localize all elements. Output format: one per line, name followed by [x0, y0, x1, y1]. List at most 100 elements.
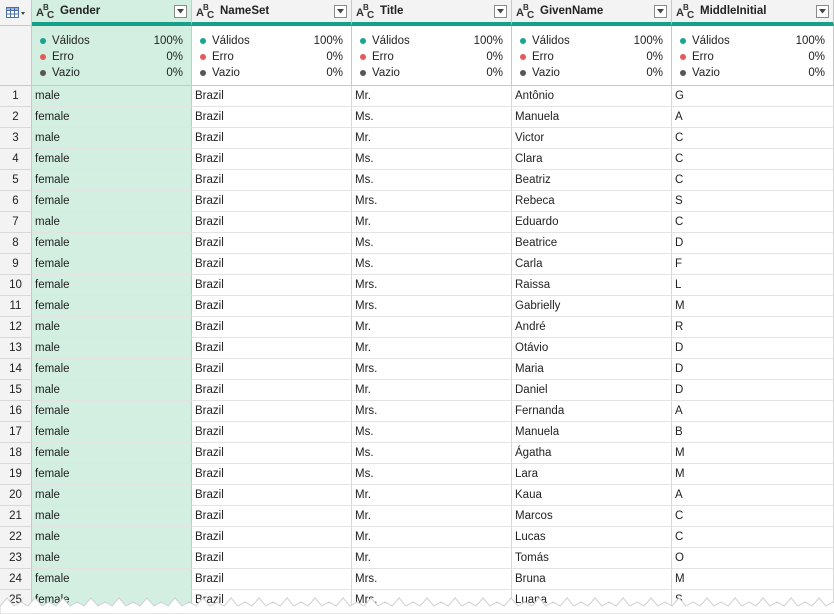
cell-title[interactable]: Ms.	[352, 464, 512, 485]
row-number[interactable]: 6	[0, 191, 32, 212]
cell-givenname[interactable]: Rebeca	[512, 191, 672, 212]
cell-middleinitial[interactable]: S	[672, 191, 834, 212]
cell-title[interactable]: Ms.	[352, 149, 512, 170]
row-number[interactable]: 13	[0, 338, 32, 359]
row-number[interactable]: 12	[0, 317, 32, 338]
cell-middleinitial[interactable]: G	[672, 86, 834, 107]
cell-middleinitial[interactable]: A	[672, 485, 834, 506]
cell-nameset[interactable]: Brazil	[192, 275, 352, 296]
cell-nameset[interactable]: Brazil	[192, 86, 352, 107]
cell-gender[interactable]: female	[32, 443, 192, 464]
cell-gender[interactable]: female	[32, 359, 192, 380]
table-row[interactable]: 12 male Brazil Mr. André R	[0, 317, 834, 338]
cell-givenname[interactable]: Beatrice	[512, 233, 672, 254]
row-number[interactable]: 3	[0, 128, 32, 149]
cell-title[interactable]: Ms.	[352, 443, 512, 464]
cell-gender[interactable]: female	[32, 296, 192, 317]
table-row[interactable]: 13 male Brazil Mr. Otávio D	[0, 338, 834, 359]
cell-title[interactable]: Mr.	[352, 548, 512, 569]
cell-gender[interactable]: female	[32, 149, 192, 170]
table-row[interactable]: 23 male Brazil Mr. Tomás O	[0, 548, 834, 569]
table-row[interactable]: 6 female Brazil Mrs. Rebeca S	[0, 191, 834, 212]
cell-givenname[interactable]: Lucas	[512, 527, 672, 548]
cell-nameset[interactable]: Brazil	[192, 254, 352, 275]
cell-nameset[interactable]: Brazil	[192, 485, 352, 506]
cell-givenname[interactable]: Carla	[512, 254, 672, 275]
cell-middleinitial[interactable]: M	[672, 569, 834, 590]
cell-givenname[interactable]: Ágatha	[512, 443, 672, 464]
cell-givenname[interactable]: Antônio	[512, 86, 672, 107]
cell-middleinitial[interactable]: O	[672, 548, 834, 569]
cell-givenname[interactable]: Daniel	[512, 380, 672, 401]
table-row[interactable]: 8 female Brazil Ms. Beatrice D	[0, 233, 834, 254]
cell-nameset[interactable]: Brazil	[192, 359, 352, 380]
row-number[interactable]: 14	[0, 359, 32, 380]
cell-gender[interactable]: female	[32, 422, 192, 443]
cell-middleinitial[interactable]: D	[672, 359, 834, 380]
cell-nameset[interactable]: Brazil	[192, 107, 352, 128]
cell-gender[interactable]: female	[32, 569, 192, 590]
cell-gender[interactable]: female	[32, 191, 192, 212]
cell-nameset[interactable]: Brazil	[192, 296, 352, 317]
cell-nameset[interactable]: Brazil	[192, 317, 352, 338]
cell-givenname[interactable]: Clara	[512, 149, 672, 170]
cell-gender[interactable]: male	[32, 317, 192, 338]
row-number[interactable]: 9	[0, 254, 32, 275]
cell-nameset[interactable]: Brazil	[192, 422, 352, 443]
cell-nameset[interactable]: Brazil	[192, 506, 352, 527]
cell-gender[interactable]: female	[32, 233, 192, 254]
cell-middleinitial[interactable]: M	[672, 296, 834, 317]
cell-middleinitial[interactable]: M	[672, 443, 834, 464]
cell-gender[interactable]: female	[32, 170, 192, 191]
cell-givenname[interactable]: Bruna	[512, 569, 672, 590]
row-number[interactable]: 19	[0, 464, 32, 485]
table-row[interactable]: 25 female Brazil Mrs. Luana S	[0, 590, 834, 611]
cell-nameset[interactable]: Brazil	[192, 569, 352, 590]
row-number[interactable]: 7	[0, 212, 32, 233]
cell-givenname[interactable]: Victor	[512, 128, 672, 149]
table-row[interactable]: 17 female Brazil Ms. Manuela B	[0, 422, 834, 443]
cell-nameset[interactable]: Brazil	[192, 233, 352, 254]
table-row[interactable]: 1 male Brazil Mr. Antônio G	[0, 86, 834, 107]
cell-nameset[interactable]: Brazil	[192, 380, 352, 401]
cell-givenname[interactable]: Luana	[512, 590, 672, 611]
table-menu-button[interactable]	[0, 0, 32, 26]
cell-gender[interactable]: male	[32, 86, 192, 107]
cell-gender[interactable]: male	[32, 128, 192, 149]
cell-title[interactable]: Ms.	[352, 107, 512, 128]
cell-middleinitial[interactable]: F	[672, 254, 834, 275]
table-row[interactable]: 14 female Brazil Mrs. Maria D	[0, 359, 834, 380]
cell-title[interactable]: Mr.	[352, 485, 512, 506]
row-number[interactable]: 16	[0, 401, 32, 422]
cell-title[interactable]: Mrs.	[352, 275, 512, 296]
cell-title[interactable]: Mrs.	[352, 359, 512, 380]
table-row[interactable]: 5 female Brazil Ms. Beatriz C	[0, 170, 834, 191]
table-row[interactable]: 10 female Brazil Mrs. Raissa L	[0, 275, 834, 296]
cell-givenname[interactable]: Tomás	[512, 548, 672, 569]
column-filter-button[interactable]	[334, 4, 347, 18]
row-number[interactable]: 1	[0, 86, 32, 107]
cell-givenname[interactable]: Gabrielly	[512, 296, 672, 317]
cell-nameset[interactable]: Brazil	[192, 548, 352, 569]
cell-middleinitial[interactable]: S	[672, 590, 834, 611]
cell-title[interactable]: Mrs.	[352, 296, 512, 317]
table-row[interactable]: 3 male Brazil Mr. Victor C	[0, 128, 834, 149]
cell-title[interactable]: Mr.	[352, 128, 512, 149]
cell-nameset[interactable]: Brazil	[192, 149, 352, 170]
cell-middleinitial[interactable]: R	[672, 317, 834, 338]
table-row[interactable]: 18 female Brazil Ms. Ágatha M	[0, 443, 834, 464]
table-row[interactable]: 16 female Brazil Mrs. Fernanda A	[0, 401, 834, 422]
cell-middleinitial[interactable]: C	[672, 149, 834, 170]
cell-gender[interactable]: male	[32, 212, 192, 233]
cell-title[interactable]: Mr.	[352, 317, 512, 338]
cell-title[interactable]: Ms.	[352, 233, 512, 254]
cell-middleinitial[interactable]: C	[672, 170, 834, 191]
cell-gender[interactable]: female	[32, 590, 192, 611]
cell-givenname[interactable]: Otávio	[512, 338, 672, 359]
table-row[interactable]: 9 female Brazil Ms. Carla F	[0, 254, 834, 275]
table-row[interactable]: 15 male Brazil Mr. Daniel D	[0, 380, 834, 401]
cell-middleinitial[interactable]: D	[672, 380, 834, 401]
cell-title[interactable]: Mrs.	[352, 191, 512, 212]
cell-title[interactable]: Mr.	[352, 506, 512, 527]
cell-nameset[interactable]: Brazil	[192, 527, 352, 548]
